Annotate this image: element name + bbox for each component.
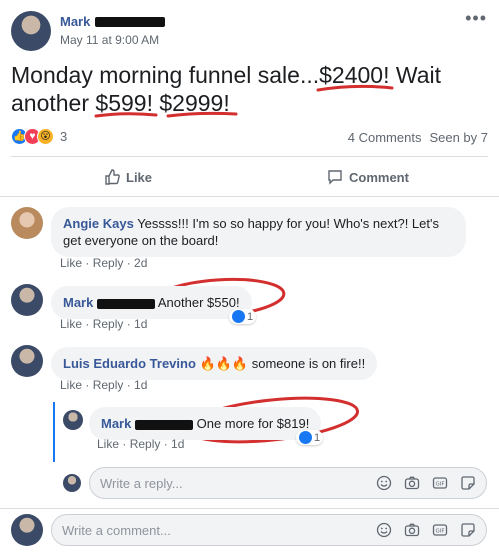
comment-time[interactable]: 1d [134, 378, 147, 392]
redacted-name [94, 16, 165, 27]
reply-thread-line [53, 402, 55, 462]
reply-input-placeholder: Write a reply... [100, 475, 183, 491]
comment-author[interactable]: Luis Eduardo Trevino [63, 356, 196, 371]
comment-actions: Like · Reply · 1d [60, 317, 148, 331]
comment-reply-link[interactable]: Reply [93, 256, 124, 270]
comment-text: Another $550! [157, 295, 240, 310]
post-text-line-1: Monday morning funnel sale...$2400! Wait [11, 62, 442, 88]
reply-input[interactable]: Write a reply... GIF [89, 467, 487, 499]
reply-like-link[interactable]: Like [97, 437, 119, 451]
comment-bubble: Angie Kays Yessss!!! I'm so so happy for… [51, 207, 466, 257]
reply-reaction-badge[interactable]: 1 [296, 430, 324, 445]
like-button[interactable]: Like [104, 169, 152, 185]
reply-reply-link[interactable]: Reply [130, 437, 161, 451]
amount-599: $599 [95, 90, 147, 116]
comment-actions: Like · Reply · 1d [60, 378, 148, 392]
camera-icon[interactable] [404, 475, 420, 491]
post-text-line-2: another $599! $2999! [11, 90, 230, 116]
camera-icon[interactable] [404, 522, 420, 538]
comment-like-link[interactable]: Like [60, 317, 82, 331]
reaction-count: 3 [60, 129, 68, 144]
current-user-avatar[interactable] [11, 514, 43, 546]
comment-input[interactable]: Write a comment... GIF [51, 514, 487, 546]
comment-like-link[interactable]: Like [60, 256, 82, 270]
commenter-avatar[interactable] [11, 345, 43, 377]
comment-button[interactable]: Comment [327, 169, 409, 185]
commenter-avatar[interactable] [11, 207, 43, 239]
post-author-line: Mark [60, 13, 165, 31]
reply-text: One more for $819! [196, 416, 310, 431]
comment-reply-link[interactable]: Reply [93, 317, 124, 331]
post-text: Monday morning funnel sale...$2400! Wait… [11, 61, 491, 117]
comment-input-icons: GIF [376, 522, 476, 538]
reply-avatar[interactable] [63, 410, 83, 430]
comment-bubble-icon [327, 169, 343, 185]
fire-emoji: 🔥🔥🔥 [199, 356, 249, 371]
comment-reaction-badge[interactable]: 1 [229, 309, 257, 324]
like-reaction-icon [299, 431, 312, 444]
amount-2999: $2999 [159, 90, 224, 116]
emoji-icon[interactable] [376, 522, 392, 538]
like-reaction-icon [232, 310, 245, 323]
comments-count[interactable]: 4 Comments [348, 130, 422, 145]
divider [0, 196, 499, 197]
sticker-icon[interactable] [460, 475, 476, 491]
comment-time[interactable]: 1d [134, 317, 147, 331]
gif-icon[interactable]: GIF [432, 475, 448, 491]
svg-text:GIF: GIF [435, 529, 444, 535]
gif-icon[interactable]: GIF [432, 522, 448, 538]
current-user-avatar[interactable] [63, 474, 81, 492]
comment-input-placeholder: Write a comment... [62, 522, 171, 538]
comment-author[interactable]: Angie Kays [63, 216, 134, 231]
reply-input-icons: GIF [376, 475, 476, 491]
sticker-icon[interactable] [460, 522, 476, 538]
divider [11, 156, 488, 157]
thumbs-up-icon [104, 169, 120, 185]
redacted-name [134, 419, 193, 430]
comment-bubble: Luis Eduardo Trevino 🔥🔥🔥 someone is on f… [51, 347, 378, 380]
wow-reaction-icon: 😮 [37, 128, 54, 145]
comment-actions: Like · Reply · 2d [60, 256, 148, 270]
commenter-avatar[interactable] [11, 284, 43, 316]
post-author-name[interactable]: Mark [60, 14, 90, 29]
post-author-avatar[interactable] [11, 11, 51, 51]
amount-2400: $2400 [319, 62, 384, 88]
comment-bubble: Mark Another $550! [51, 286, 252, 319]
comment-author[interactable]: Mark [63, 295, 93, 310]
reply-bubble: Mark One more for $819! [89, 407, 322, 440]
post-timestamp[interactable]: May 11 at 9:00 AM [60, 33, 159, 47]
comment-text: someone is on fire!! [251, 356, 366, 371]
post-stats: 4 Comments Seen by 7 [348, 130, 488, 145]
reply-actions: Like · Reply · 1d [97, 437, 185, 451]
reactions-summary[interactable]: 👍 ♥ 😮 3 [11, 128, 67, 145]
more-dots-icon[interactable]: ••• [465, 8, 487, 29]
comment-reply-link[interactable]: Reply [93, 378, 124, 392]
reply-author[interactable]: Mark [101, 416, 131, 431]
comment-like-link[interactable]: Like [60, 378, 82, 392]
redacted-name [96, 298, 155, 309]
comment-time[interactable]: 2d [134, 256, 147, 270]
svg-text:GIF: GIF [435, 482, 444, 488]
divider [0, 508, 499, 509]
emoji-icon[interactable] [376, 475, 392, 491]
reply-time[interactable]: 1d [171, 437, 184, 451]
seen-by[interactable]: Seen by 7 [429, 130, 488, 145]
